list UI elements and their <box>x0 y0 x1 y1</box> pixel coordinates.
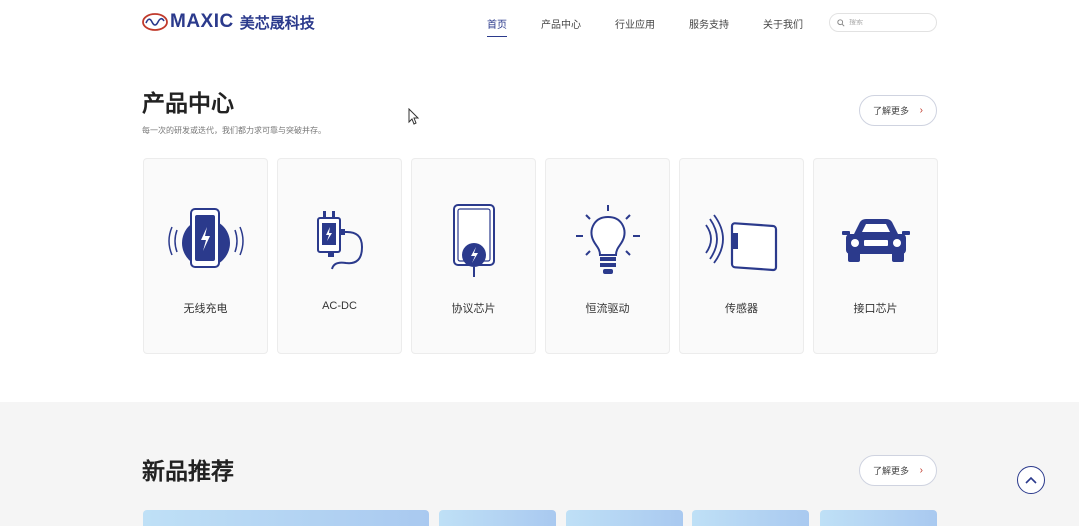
search-box[interactable] <box>829 13 937 32</box>
main-nav: 首页 产品中心 行业应用 服务支持 关于我们 <box>487 16 837 37</box>
nav-item-products[interactable]: 产品中心 <box>541 16 581 37</box>
product-card-protocol-chip[interactable]: 协议芯片 <box>411 158 536 354</box>
logo-mark-icon <box>142 13 168 31</box>
products-more-button[interactable]: 了解更多 › <box>859 95 937 126</box>
products-section-title: 产品中心 <box>142 90 234 116</box>
product-card-label: 恒流驱动 <box>585 303 630 315</box>
product-card-label: 接口芯片 <box>853 303 898 315</box>
product-card-label: AC-DC <box>322 300 357 312</box>
product-card-label: 协议芯片 <box>451 303 496 315</box>
chevron-right-icon: › <box>919 465 923 476</box>
logo[interactable]: MAXIC 美芯晟科技 <box>142 11 315 33</box>
product-card-wireless-charging[interactable]: 无线充电 <box>143 158 268 354</box>
chevron-right-icon: › <box>919 105 923 116</box>
protocol-chip-icon <box>412 203 535 279</box>
new-products-more-button[interactable]: 了解更多 › <box>859 455 937 486</box>
nav-item-support[interactable]: 服务支持 <box>689 16 729 37</box>
product-category-list: 无线充电 AC-DC 协议芯片 恒流驱动 传感器 接口芯片 <box>143 158 947 354</box>
products-section-subtitle: 每一次的研发或迭代，我们都力求可靠与突破并存。 <box>142 126 326 135</box>
search-icon <box>837 18 845 27</box>
wireless-charging-icon <box>144 203 267 279</box>
back-to-top-button[interactable] <box>1017 466 1045 494</box>
search-input[interactable] <box>849 19 929 26</box>
more-button-label: 了解更多 <box>873 466 910 476</box>
site-header: MAXIC 美芯晟科技 首页 产品中心 行业应用 服务支持 关于我们 <box>0 0 1079 44</box>
led-bulb-icon <box>546 203 669 279</box>
product-card-interface-chip[interactable]: 接口芯片 <box>813 158 938 354</box>
ac-dc-adapter-icon <box>278 203 401 279</box>
product-card-label: 传感器 <box>725 303 758 315</box>
new-product-tile[interactable] <box>820 510 937 526</box>
product-card-sensor[interactable]: 传感器 <box>679 158 804 354</box>
new-products-title: 新品推荐 <box>142 458 234 484</box>
mouse-cursor-icon <box>408 108 420 125</box>
logo-chinese-name: 美芯晟科技 <box>239 13 315 32</box>
more-button-label: 了解更多 <box>873 106 910 116</box>
car-icon <box>814 203 937 279</box>
nav-item-home[interactable]: 首页 <box>487 16 507 37</box>
new-product-tile[interactable] <box>692 510 809 526</box>
product-card-ac-dc[interactable]: AC-DC <box>277 158 402 354</box>
new-product-tile[interactable] <box>143 510 429 526</box>
sensor-icon <box>680 203 803 279</box>
product-card-constant-current-driver[interactable]: 恒流驱动 <box>545 158 670 354</box>
product-card-label: 无线充电 <box>183 303 228 315</box>
new-product-tile[interactable] <box>439 510 556 526</box>
chevron-up-icon <box>1025 476 1037 484</box>
logo-text: MAXIC <box>170 11 234 32</box>
nav-item-about[interactable]: 关于我们 <box>763 16 803 37</box>
nav-item-industry[interactable]: 行业应用 <box>615 16 655 37</box>
new-product-tile[interactable] <box>566 510 683 526</box>
